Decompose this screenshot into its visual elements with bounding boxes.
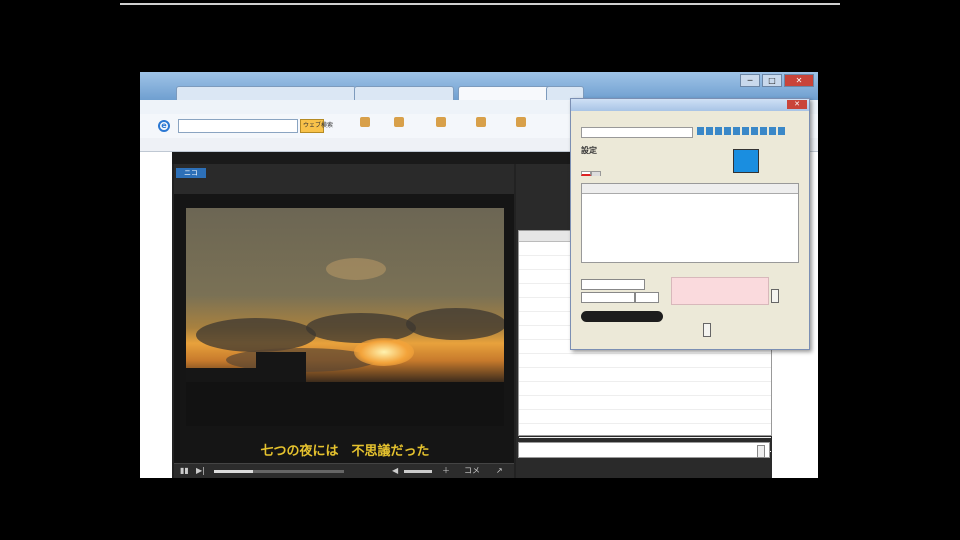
comment-row[interactable] — [519, 368, 771, 382]
toolbar-icon-4-glyph — [476, 117, 486, 127]
status-bar — [581, 311, 663, 322]
grid-row[interactable] — [582, 254, 798, 264]
maximize-button[interactable]: □ — [762, 74, 782, 87]
comment-text-box[interactable] — [671, 277, 769, 305]
search-input[interactable] — [178, 119, 298, 133]
settings-heading: 設定 — [581, 146, 597, 155]
letterbox-left — [0, 0, 120, 540]
tool-window-menu[interactable] — [571, 111, 809, 122]
sun — [354, 338, 414, 366]
tool-window-close-button[interactable]: ✕ — [787, 100, 807, 109]
select-1[interactable] — [581, 279, 645, 290]
tool-icon-3[interactable] — [715, 127, 722, 135]
tool-icon-8[interactable] — [760, 127, 767, 135]
video-player: ニコ 七つの夜には 不思議だった ▮▮ ▶| ◀ ＋ コメ ↗ — [174, 164, 514, 478]
tool-window: ✕ 設定 — [570, 98, 810, 350]
toolbar-icon-5-glyph — [516, 117, 526, 127]
grid-row[interactable] — [582, 214, 798, 224]
toolbar-icon-1[interactable] — [352, 117, 378, 135]
city-silhouette — [186, 382, 504, 426]
tool-icon-7[interactable] — [751, 127, 758, 135]
desktop-screen: ─ □ ✕ e ウェブ検索 ニコ 七つの夜には 不思議だった ▮▮ ▶| ◀ ＋… — [140, 72, 818, 478]
top-line — [120, 3, 840, 5]
send-button[interactable] — [771, 289, 779, 303]
toolbar-icon-1-glyph — [360, 117, 370, 127]
cloud-1 — [326, 258, 386, 280]
seek-progress — [214, 470, 253, 473]
seek-bar[interactable] — [214, 470, 344, 473]
comment-row[interactable] — [519, 396, 771, 410]
tool-tab-1[interactable] — [581, 171, 591, 176]
tool-icon-1[interactable] — [697, 127, 704, 135]
tool-icon-5[interactable] — [733, 127, 740, 135]
window-controls: ─ □ ✕ — [740, 74, 814, 87]
fullscreen-icon[interactable]: ↗ — [496, 466, 503, 476]
tool-icon-4[interactable] — [724, 127, 731, 135]
tool-icon-10[interactable] — [778, 127, 785, 135]
comment-submit-button[interactable] — [757, 445, 765, 458]
color-swatch[interactable] — [733, 149, 759, 173]
comment-toggle-button[interactable]: コメ — [464, 466, 480, 476]
browser-tab-3[interactable] — [458, 86, 552, 101]
video-caption: 七つの夜には 不思議だった — [260, 444, 430, 459]
tool-icon-9[interactable] — [769, 127, 776, 135]
tool-tab-2[interactable] — [591, 171, 601, 176]
select-2[interactable] — [581, 292, 635, 303]
toolbar-icon-2-glyph — [394, 117, 404, 127]
tool-window-icons — [697, 127, 785, 135]
comment-row[interactable] — [519, 382, 771, 396]
grid-row[interactable] — [582, 234, 798, 244]
comment-grid-rows — [582, 194, 798, 264]
comment-input[interactable] — [518, 442, 770, 458]
comment-grid-header — [582, 184, 798, 194]
video-frame[interactable] — [186, 208, 504, 426]
pause-icon[interactable]: ▮▮ — [180, 466, 189, 476]
add-icon[interactable]: ＋ — [442, 466, 450, 476]
player-header: ニコ — [174, 164, 514, 194]
toolbar-icon-5[interactable] — [508, 117, 534, 135]
grid-row[interactable] — [582, 194, 798, 204]
browser-tab-2[interactable] — [354, 86, 454, 101]
toolbar-icon-3[interactable] — [428, 117, 454, 135]
browser-logo-icon: e — [158, 120, 170, 132]
letterbox-right — [840, 0, 960, 540]
comment-row[interactable] — [519, 424, 771, 438]
grid-row[interactable] — [582, 204, 798, 214]
close-button[interactable]: ✕ — [784, 74, 814, 87]
site-badge: ニコ — [176, 168, 206, 178]
cloud-2 — [196, 318, 316, 352]
tool-window-tabs — [581, 171, 601, 176]
tool-window-address[interactable] — [581, 127, 693, 138]
comment-grid[interactable] — [581, 183, 799, 263]
grid-row[interactable] — [582, 244, 798, 254]
toolbar-icon-2[interactable] — [386, 117, 412, 135]
player-controls: ▮▮ ▶| ◀ ＋ コメ ↗ — [174, 463, 514, 478]
tool-icon-2[interactable] — [706, 127, 713, 135]
search-button[interactable]: ウェブ検索 — [300, 119, 333, 133]
browser-tab-strip: ─ □ ✕ — [140, 72, 818, 101]
grid-row[interactable] — [582, 224, 798, 234]
volume-icon[interactable]: ◀ — [392, 466, 398, 476]
cloud-3 — [306, 313, 416, 343]
small-button[interactable] — [703, 323, 711, 337]
building-2 — [186, 368, 302, 382]
toolbar-icon-3-glyph — [436, 117, 446, 127]
comment-row[interactable] — [519, 354, 771, 368]
minimize-button[interactable]: ─ — [740, 74, 760, 87]
skip-icon[interactable]: ▶| — [196, 466, 205, 476]
comment-row[interactable] — [519, 410, 771, 424]
toolbar-icon-4[interactable] — [468, 117, 494, 135]
tool-window-title: ✕ — [571, 99, 809, 111]
tool-icon-6[interactable] — [742, 127, 749, 135]
select-3[interactable] — [635, 292, 659, 303]
cloud-4 — [406, 308, 504, 340]
volume-slider[interactable] — [404, 470, 432, 473]
panel-stats — [518, 168, 546, 190]
browser-tab-1[interactable] — [176, 86, 356, 101]
